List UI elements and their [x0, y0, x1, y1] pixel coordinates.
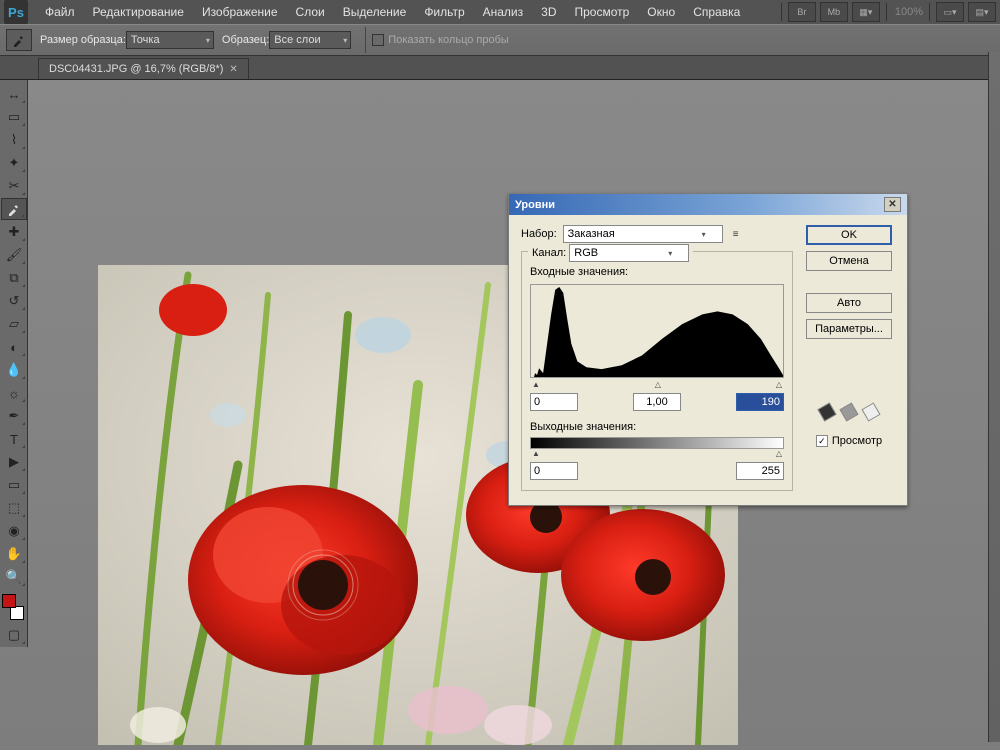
background-swatch[interactable]	[10, 606, 24, 620]
preview-checkbox[interactable]: ✓	[816, 435, 828, 447]
quickmask-toggle[interactable]: ▢	[1, 624, 27, 646]
eraser-tool[interactable]: ▱	[1, 313, 27, 335]
tab-label: DSC04431.JPG @ 16,7% (RGB/8*)	[49, 63, 223, 75]
menu-window[interactable]: Окно	[638, 2, 684, 22]
menu-select[interactable]: Выделение	[334, 2, 416, 22]
app-top-bar: Ps Файл Редактирование Изображение Слои …	[0, 0, 1000, 24]
arrange-documents-icon[interactable]: ▦▾	[852, 2, 880, 22]
menu-file[interactable]: Файл	[36, 2, 84, 22]
brush-tool[interactable]: 🖌	[1, 244, 27, 266]
wand-tool[interactable]: ✦	[1, 152, 27, 174]
tool-palette: ↔ ▭ ⌇ ✦ ✂ ✚ 🖌 ⧉ ↺ ▱ ◐ 💧 ☼ ✒ T ▶ ▭ ⬚ ◉ ✋ …	[0, 80, 28, 647]
preset-label: Набор:	[521, 228, 557, 240]
menu-view[interactable]: Просмотр	[565, 2, 638, 22]
menu-help[interactable]: Справка	[684, 2, 749, 22]
preview-checkbox-row[interactable]: ✓ Просмотр	[816, 435, 882, 447]
crop-tool[interactable]: ✂	[1, 175, 27, 197]
lasso-tool[interactable]: ⌇	[1, 129, 27, 151]
dialog-close-button[interactable]: ✕	[884, 197, 901, 212]
output-gradient[interactable]	[530, 437, 784, 449]
tool-options-bar: Размер образца: Точка Образец: Все слои …	[0, 24, 1000, 56]
dialog-title: Уровни	[515, 199, 555, 211]
black-eyedropper-icon[interactable]	[817, 402, 836, 421]
color-swatches[interactable]	[0, 594, 26, 620]
channel-select[interactable]: RGB	[569, 244, 689, 262]
menu-filter[interactable]: Фильтр	[415, 2, 473, 22]
input-values-label: Входные значения:	[530, 266, 784, 278]
move-tool[interactable]: ↔	[1, 83, 27, 105]
ok-button[interactable]: OK	[806, 225, 892, 245]
path-select-tool[interactable]: ▶	[1, 451, 27, 473]
tab-close-icon[interactable]: ✕	[229, 64, 237, 75]
foreground-swatch[interactable]	[2, 594, 16, 608]
app-logo: Ps	[4, 0, 28, 24]
output-shadow-field[interactable]	[530, 462, 578, 480]
auto-button[interactable]: Авто	[806, 293, 892, 313]
channel-group: Канал: RGB Входные значения: ▲△△	[521, 251, 793, 491]
gray-eyedropper-icon[interactable]	[839, 402, 858, 421]
hand-tool[interactable]: ✋	[1, 543, 27, 565]
shape-tool[interactable]: ▭	[1, 474, 27, 496]
menu-3d[interactable]: 3D	[532, 2, 565, 22]
cancel-button[interactable]: Отмена	[806, 251, 892, 271]
zoom-tool[interactable]: 🔍	[1, 566, 27, 588]
mini-bridge-icon[interactable]: Mb	[820, 2, 848, 22]
show-ring-label: Показать кольцо пробы	[388, 34, 509, 46]
menu-analysis[interactable]: Анализ	[474, 2, 533, 22]
levels-dialog: Уровни ✕ Набор: Заказная ≡ Канал: RGB Вх…	[508, 193, 908, 506]
3d-object-tool[interactable]: ⬚	[1, 497, 27, 519]
main-menu: Файл Редактирование Изображение Слои Выд…	[36, 2, 749, 22]
gradient-tool[interactable]: ◐	[1, 336, 27, 358]
dodge-tool[interactable]: ☼	[1, 382, 27, 404]
workspace: ↔ ▭ ⌇ ✦ ✂ ✚ 🖌 ⧉ ↺ ▱ ◐ 💧 ☼ ✒ T ▶ ▭ ⬚ ◉ ✋ …	[0, 80, 1000, 750]
menu-edit[interactable]: Редактирование	[84, 2, 193, 22]
output-sliders[interactable]: ▲△	[532, 449, 782, 458]
sample-label: Образец:	[222, 34, 269, 46]
input-sliders[interactable]: ▲△△	[532, 380, 782, 389]
launch-bridge-icon[interactable]: Br	[788, 2, 816, 22]
input-mid-field[interactable]	[633, 393, 681, 411]
sample-size-label: Размер образца:	[40, 34, 126, 46]
sample-select[interactable]: Все слои	[269, 31, 351, 49]
input-shadow-field[interactable]	[530, 393, 578, 411]
show-ring-checkbox[interactable]	[372, 34, 384, 46]
marquee-tool[interactable]: ▭	[1, 106, 27, 128]
heal-tool[interactable]: ✚	[1, 221, 27, 243]
white-eyedropper-icon[interactable]	[861, 402, 880, 421]
screen-mode-icon[interactable]: ▭▾	[936, 2, 964, 22]
stamp-tool[interactable]: ⧉	[1, 267, 27, 289]
top-right-controls: Br Mb ▦▾ 100% ▭▾ ▤▾	[779, 2, 996, 22]
preset-select[interactable]: Заказная	[563, 225, 723, 243]
histogram[interactable]	[530, 284, 784, 378]
input-highlight-field[interactable]	[736, 393, 784, 411]
parameters-button[interactable]: Параметры...	[806, 319, 892, 339]
channel-label: Канал:	[532, 247, 566, 259]
menu-layer[interactable]: Слои	[287, 2, 334, 22]
workspace-switcher-icon[interactable]: ▤▾	[968, 2, 996, 22]
eyedropper-tool[interactable]	[1, 198, 27, 220]
3d-camera-tool[interactable]: ◉	[1, 520, 27, 542]
type-tool[interactable]: T	[1, 428, 27, 450]
output-highlight-field[interactable]	[736, 462, 784, 480]
sample-size-select[interactable]: Точка	[126, 31, 214, 49]
output-values-label: Выходные значения:	[530, 421, 784, 433]
zoom-label[interactable]: 100%	[895, 6, 923, 18]
dialog-title-bar[interactable]: Уровни ✕	[509, 194, 907, 215]
document-tab[interactable]: DSC04431.JPG @ 16,7% (RGB/8*) ✕	[38, 58, 249, 79]
preset-menu-icon[interactable]: ≡	[729, 227, 743, 241]
menu-image[interactable]: Изображение	[193, 2, 287, 22]
history-brush-tool[interactable]: ↺	[1, 290, 27, 312]
blur-tool[interactable]: 💧	[1, 359, 27, 381]
preview-label: Просмотр	[832, 435, 882, 447]
pen-tool[interactable]: ✒	[1, 405, 27, 427]
right-panel-dock[interactable]	[988, 52, 1000, 742]
active-tool-preview[interactable]	[6, 29, 32, 51]
document-tab-bar: DSC04431.JPG @ 16,7% (RGB/8*) ✕	[0, 56, 1000, 80]
